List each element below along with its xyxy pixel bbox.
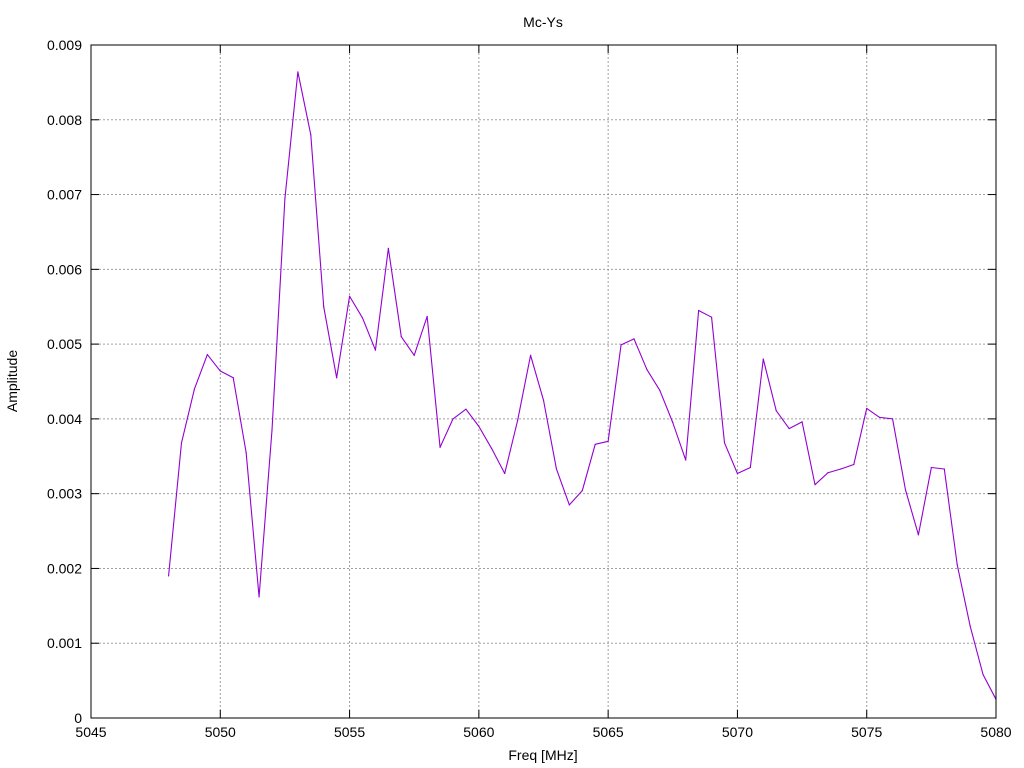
data-point — [348, 295, 351, 297]
y-tick-label: 0 — [74, 710, 82, 726]
data-point — [413, 354, 415, 356]
data-point — [568, 504, 570, 506]
y-tick-label: 0.003 — [47, 486, 82, 502]
x-tick-label: 5075 — [851, 724, 882, 740]
x-tick-label: 5065 — [593, 724, 624, 740]
axis-ticks — [90, 44, 997, 719]
x-tick-label: 5045 — [75, 724, 106, 740]
x-tick-label: 5060 — [463, 724, 494, 740]
data-point — [336, 377, 338, 379]
data-point — [465, 408, 467, 410]
data-point — [245, 451, 247, 454]
data-point — [400, 336, 402, 338]
data-point — [284, 197, 286, 199]
data-point — [879, 416, 881, 418]
data-point — [840, 468, 842, 470]
data-point — [672, 422, 674, 424]
data-point — [930, 466, 932, 469]
data-point — [736, 472, 739, 475]
series-layer — [167, 71, 997, 700]
data-point — [555, 468, 558, 470]
gridlines — [91, 45, 996, 718]
data-point — [167, 575, 170, 577]
data-point — [762, 358, 764, 360]
data-point — [491, 448, 493, 450]
data-point — [710, 316, 713, 318]
x-tick-label: 5050 — [205, 724, 236, 740]
data-point — [310, 134, 312, 136]
data-point — [529, 354, 532, 356]
data-point — [478, 425, 480, 427]
data-point — [917, 534, 920, 536]
plot-frame — [90, 44, 997, 719]
data-point — [685, 459, 687, 461]
data-point — [517, 419, 519, 421]
data-point — [904, 489, 907, 491]
data-point — [659, 389, 661, 392]
data-point — [374, 349, 377, 351]
data-point — [801, 421, 803, 423]
y-axis-label: Amplitude — [4, 350, 20, 412]
data-point — [607, 440, 609, 442]
data-point — [193, 388, 196, 390]
y-tick-label: 0.005 — [47, 336, 82, 352]
data-point — [723, 442, 726, 444]
data-point — [387, 247, 389, 249]
data-point — [866, 407, 868, 410]
y-tick-label: 0.008 — [47, 112, 82, 128]
data-point — [982, 674, 984, 676]
data-point — [891, 418, 894, 420]
chart-title: Mc-Ys — [523, 14, 563, 30]
data-point — [271, 429, 273, 431]
data-point — [504, 472, 506, 475]
y-axis-tick-labels: 0 0.001 0.002 0.003 0.004 0.005 0.006 0.007 0.00… — [47, 37, 82, 726]
data-point — [180, 442, 183, 444]
x-tick-label: 5055 — [334, 724, 365, 740]
data-point — [297, 71, 299, 73]
y-tick-label: 0.001 — [47, 635, 82, 651]
data-point — [219, 370, 221, 372]
y-tick-label: 0.007 — [47, 187, 82, 203]
data-point — [206, 353, 208, 356]
data-point — [439, 446, 441, 448]
data-point — [620, 344, 622, 346]
data-point — [633, 338, 635, 340]
data-point — [594, 443, 596, 445]
data-point — [943, 468, 945, 470]
data-point — [827, 472, 829, 474]
y-tick-label: 0.002 — [47, 560, 82, 576]
data-point — [775, 410, 777, 412]
data-point — [814, 484, 816, 486]
data-point — [749, 466, 751, 469]
data-point — [542, 399, 545, 401]
data-point — [361, 317, 364, 319]
x-tick-label: 5070 — [722, 724, 753, 740]
x-axis-tick-labels: 5045 5050 5055 5060 5065 5070 5075 5080 — [75, 724, 1011, 740]
line-chart: Mc-Ys 5045 5050 5055 5060 5065 5070 5075 5080 0… — [4, 14, 1012, 763]
x-tick-label: 5080 — [980, 724, 1011, 740]
data-point — [788, 428, 790, 430]
data-point — [323, 306, 325, 308]
data-point — [646, 368, 648, 371]
data-point — [258, 596, 260, 598]
y-tick-label: 0.004 — [47, 411, 82, 427]
data-point — [853, 463, 855, 466]
x-axis-label: Freq [MHz] — [508, 747, 577, 763]
y-tick-label: 0.009 — [47, 37, 82, 53]
y-tick-label: 0.006 — [47, 261, 82, 277]
data-point — [956, 564, 958, 566]
data-point — [698, 309, 700, 312]
data-point — [581, 490, 583, 492]
data-point — [969, 625, 971, 627]
data-point — [232, 377, 234, 379]
data-point — [452, 418, 454, 420]
series-line — [168, 71, 997, 700]
data-point — [426, 315, 428, 318]
